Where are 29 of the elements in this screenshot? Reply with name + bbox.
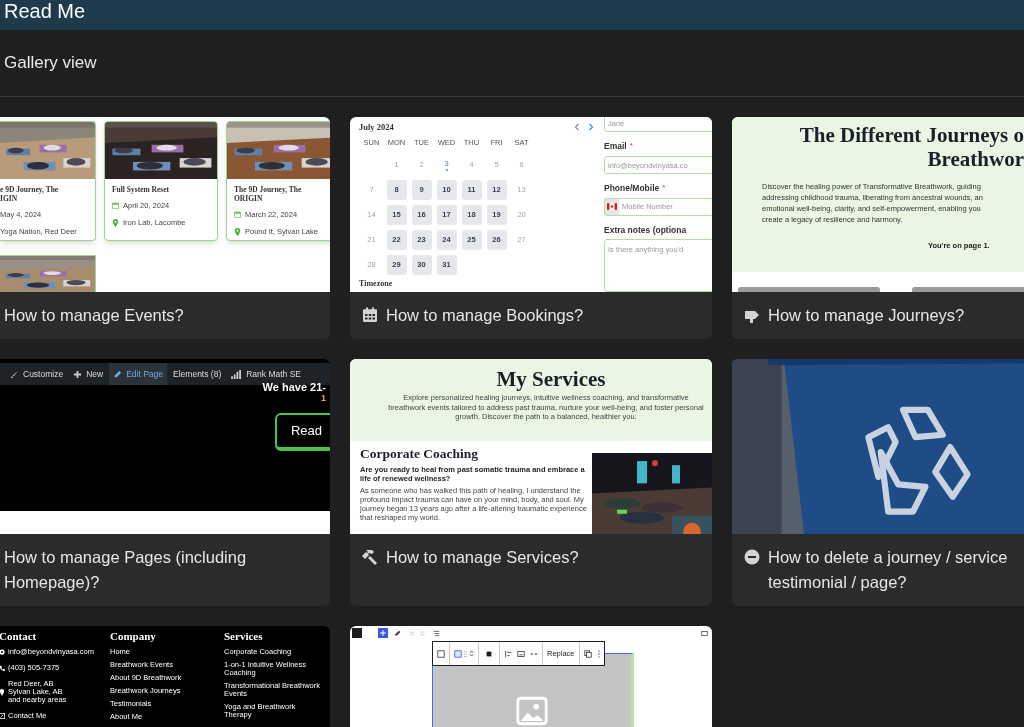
view-title: Gallery view — [4, 52, 97, 75]
footer-heading: Company — [110, 629, 157, 643]
admin-bar-item[interactable]: Edit Page — [109, 363, 168, 385]
gallery-card[interactable]: How to delete a journey / service testimonial / page? — [732, 359, 1024, 606]
gallery-card[interactable]: Customize New Edit Page Elements (8) Rank Math SE We have 21- 1 Read How to manage Pages (including Homepage)? — [0, 359, 330, 606]
card-title: How to delete a journey / service testimonial / page? — [768, 547, 1009, 593]
page-heading: The Different Journeys o Breathwor — [798, 123, 1024, 171]
field-label: Phone/Mobile — [604, 182, 660, 195]
field-label: Extra notes (optiona — [604, 223, 687, 237]
section-title: Corporate Coaching — [360, 446, 480, 462]
admin-bar-item[interactable]: New — [69, 363, 108, 385]
required-mark: * — [629, 140, 633, 153]
card-title: How to manage Services? — [386, 547, 579, 568]
page-title: Read Me — [4, 0, 86, 22]
banner-text: We have 21- — [262, 381, 326, 393]
footer-heading: Services — [224, 629, 264, 643]
field-label: Email — [604, 140, 627, 153]
card-title: How to manage Journeys? — [768, 305, 965, 326]
card-title: How to manage Pages (including Homepage)? — [4, 547, 248, 593]
footer-heading: Contact — [0, 629, 38, 643]
banner-accent: 1 — [321, 393, 326, 403]
section-label: Timezone — [359, 278, 394, 290]
required-mark: * — [662, 182, 666, 195]
admin-bar-item[interactable]: Elements (8) — [169, 363, 226, 385]
admin-bar-item[interactable]: Customize — [6, 363, 68, 385]
card-title: How to manage Bookings? — [386, 305, 584, 326]
card-title: How to manage Events? — [4, 305, 184, 326]
month-title: July 2024 — [359, 120, 394, 134]
page-heading: My Services — [496, 367, 606, 391]
